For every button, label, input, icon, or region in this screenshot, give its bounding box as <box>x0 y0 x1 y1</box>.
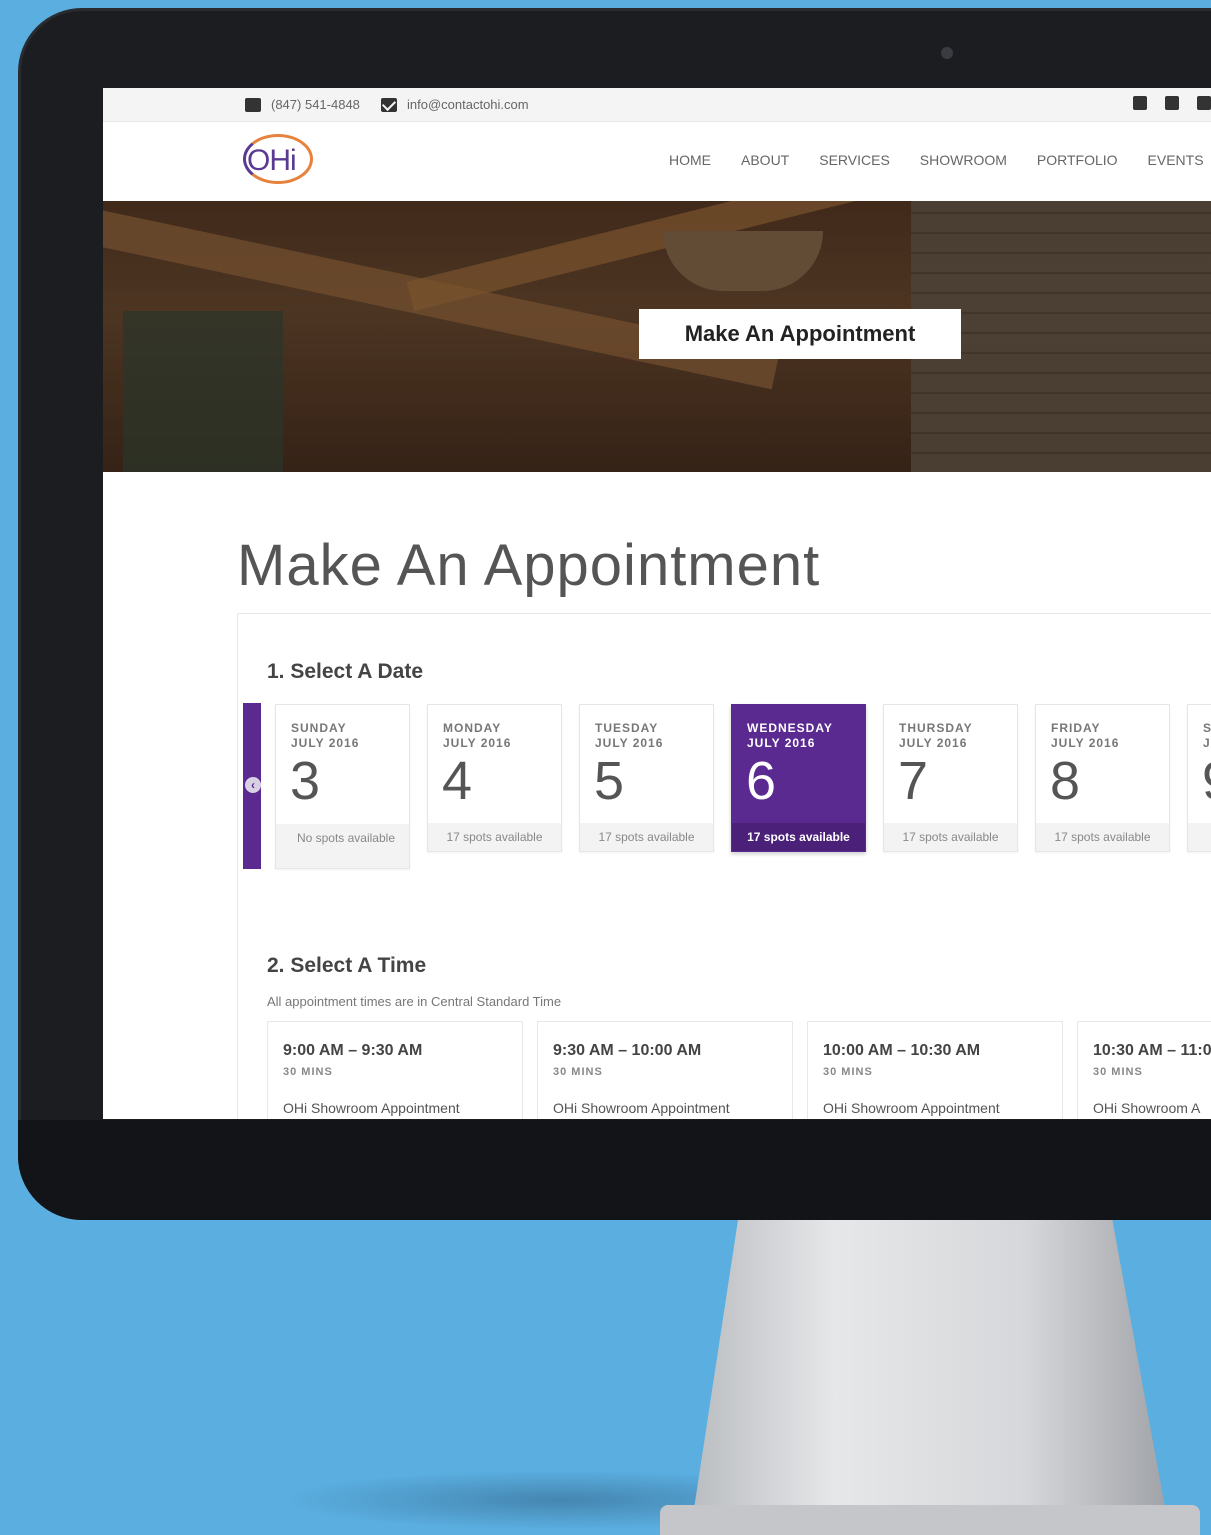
date-month: J <box>1203 736 1211 750</box>
hero-appointment-button[interactable]: Make An Appointment <box>639 309 961 359</box>
date-number: 9 <box>1202 751 1211 811</box>
date-label: WEDNESDAY JULY 2016 <box>747 721 833 751</box>
slot-duration: 30 MINS <box>283 1066 333 1078</box>
nav-showroom[interactable]: SHOWROOM <box>920 152 1007 168</box>
nav-home[interactable]: HOME <box>669 152 711 168</box>
select-time-heading: 2. Select A Time <box>267 954 427 977</box>
date-number: 7 <box>898 751 929 811</box>
date-availability: 17 spots available <box>884 823 1017 851</box>
main-nav: HOME ABOUT SERVICES SHOWROOM PORTFOLIO E… <box>669 152 1204 168</box>
ohi-logo[interactable]: OHi <box>243 134 313 184</box>
date-day: THURSDAY <box>899 721 973 735</box>
site-header: OHi HOME ABOUT SERVICES SHOWROOM PORTFOL… <box>103 122 1211 201</box>
slot-service: OHi Showroom Appointment <box>283 1100 460 1116</box>
nav-services[interactable]: SERVICES <box>819 152 890 168</box>
slot-time: 9:00 AM – 9:30 AM <box>283 1042 423 1059</box>
slot-time: 10:00 AM – 10:30 AM <box>823 1042 981 1059</box>
date-number: 4 <box>442 751 473 811</box>
time-slot[interactable]: 10:30 AM – 11:0 30 MINS OHi Showroom A <box>1077 1021 1211 1119</box>
monitor-stand <box>690 1220 1170 1535</box>
date-month: JULY 2016 <box>443 736 512 750</box>
phone-icon <box>245 97 261 112</box>
slot-duration: 30 MINS <box>823 1066 873 1078</box>
date-availability: 17 spots available <box>1036 823 1169 851</box>
date-month: JULY 2016 <box>1051 736 1120 750</box>
slot-service: OHi Showroom A <box>1093 1100 1201 1116</box>
hero-banner: Make An Appointment <box>103 201 1211 472</box>
date-month: JULY 2016 <box>899 736 968 750</box>
date-number: 6 <box>746 751 777 811</box>
phone-contact[interactable]: (847) 541-4848 <box>245 97 360 112</box>
date-card-fri[interactable]: FRIDAY JULY 2016 8 17 spots available <box>1035 704 1170 852</box>
browser-screen: (847) 541-4848 info@contactohi.com OHi H… <box>103 88 1211 1119</box>
social-links <box>1133 96 1211 110</box>
date-card-mon[interactable]: MONDAY JULY 2016 4 17 spots available <box>427 704 562 852</box>
email-address: info@contactohi.com <box>407 97 529 112</box>
webcam-icon <box>941 47 953 59</box>
facebook-icon[interactable] <box>1133 96 1147 110</box>
date-day: SUNDAY <box>291 721 347 735</box>
date-day: TUESDAY <box>595 721 659 735</box>
nav-events[interactable]: EVENTS <box>1148 152 1204 168</box>
slot-service: OHi Showroom Appointment <box>823 1100 1000 1116</box>
date-availability: No spots available <box>276 824 409 868</box>
prev-dates-button[interactable]: ‹ <box>243 703 261 869</box>
date-number: 3 <box>290 751 321 811</box>
slot-service: OHi Showroom Appointment <box>553 1100 730 1116</box>
email-contact[interactable]: info@contactohi.com <box>381 97 529 112</box>
date-month: JULY 2016 <box>747 736 816 750</box>
date-card-wed-selected[interactable]: WEDNESDAY JULY 2016 6 17 spots available <box>731 704 866 852</box>
nav-portfolio[interactable]: PORTFOLIO <box>1037 152 1118 168</box>
date-availability <box>1188 823 1211 851</box>
date-day: WEDNESDAY <box>747 721 833 735</box>
date-month: JULY 2016 <box>291 736 360 750</box>
date-day: S <box>1203 721 1211 735</box>
contact-bar: (847) 541-4848 info@contactohi.com <box>103 88 1211 122</box>
time-slot[interactable]: 9:00 AM – 9:30 AM 30 MINS OHi Showroom A… <box>267 1021 523 1119</box>
date-month: JULY 2016 <box>595 736 664 750</box>
date-day: FRIDAY <box>1051 721 1101 735</box>
slot-time: 9:30 AM – 10:00 AM <box>553 1042 702 1059</box>
timezone-note: All appointment times are in Central Sta… <box>267 994 562 1009</box>
email-icon[interactable] <box>1197 96 1211 110</box>
date-availability: 17 spots available <box>428 823 561 851</box>
slot-duration: 30 MINS <box>1093 1066 1143 1078</box>
page-title: Make An Appointment <box>237 533 821 598</box>
date-label: TUESDAY JULY 2016 <box>595 721 663 751</box>
date-label: MONDAY JULY 2016 <box>443 721 511 751</box>
chevron-left-icon: ‹ <box>245 777 261 793</box>
date-card-sun[interactable]: SUNDAY JULY 2016 3 No spots available <box>275 704 410 869</box>
date-day: MONDAY <box>443 721 502 735</box>
mail-icon <box>381 97 397 112</box>
date-card-sat[interactable]: SJ 9 <box>1187 704 1211 852</box>
select-date-heading: 1. Select A Date <box>267 660 424 683</box>
phone-number: (847) 541-4848 <box>271 97 360 112</box>
slot-time: 10:30 AM – 11:0 <box>1093 1042 1211 1059</box>
nav-about[interactable]: ABOUT <box>741 152 789 168</box>
monitor-stand-base <box>660 1505 1200 1535</box>
date-number: 5 <box>594 751 625 811</box>
date-label: THURSDAY JULY 2016 <box>899 721 973 751</box>
logo-text: OHi <box>247 144 297 177</box>
time-slot[interactable]: 9:30 AM – 10:00 AM 30 MINS OHi Showroom … <box>537 1021 793 1119</box>
date-label: SJ <box>1203 721 1211 751</box>
date-label: SUNDAY JULY 2016 <box>291 721 359 751</box>
slot-duration: 30 MINS <box>553 1066 603 1078</box>
date-label: FRIDAY JULY 2016 <box>1051 721 1119 751</box>
date-card-thu[interactable]: THURSDAY JULY 2016 7 17 spots available <box>883 704 1018 852</box>
time-slot[interactable]: 10:00 AM – 10:30 AM 30 MINS OHi Showroom… <box>807 1021 1063 1119</box>
date-availability: 17 spots available <box>580 823 713 851</box>
date-card-tue[interactable]: TUESDAY JULY 2016 5 17 spots available <box>579 704 714 852</box>
date-availability: 17 spots available <box>732 823 865 851</box>
monitor-chin <box>18 1120 1211 1220</box>
houzz-icon[interactable] <box>1165 96 1179 110</box>
date-number: 8 <box>1050 751 1081 811</box>
